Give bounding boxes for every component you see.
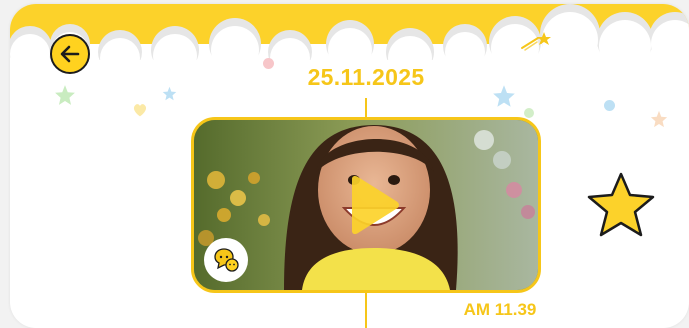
memory-card: 25.11.2025 AM 11.39 — [10, 4, 689, 328]
star-icon[interactable] — [585, 170, 657, 240]
sparkle-star-peach — [650, 110, 668, 128]
sparkle-star-blue-large — [493, 85, 515, 107]
sparkle-heart — [133, 104, 147, 117]
timeline-line-top — [365, 98, 367, 117]
arrow-left-icon — [60, 45, 80, 63]
sparkle-star-green — [55, 85, 75, 105]
play-icon[interactable] — [344, 175, 400, 235]
mood-badge[interactable] — [204, 238, 248, 282]
timeline-line-bottom — [365, 293, 367, 328]
video-thumbnail[interactable] — [191, 117, 541, 293]
chat-bubbles-icon — [214, 248, 239, 272]
entry-date: 25.11.2025 — [307, 64, 425, 90]
back-button[interactable] — [50, 34, 90, 74]
shooting-star-icon — [521, 32, 551, 51]
entry-time: AM 11.39 — [463, 300, 537, 319]
sparkle-star-blue — [162, 86, 177, 101]
sparkle-dot-green — [524, 108, 534, 118]
sparkle-dot-blue — [604, 100, 615, 111]
